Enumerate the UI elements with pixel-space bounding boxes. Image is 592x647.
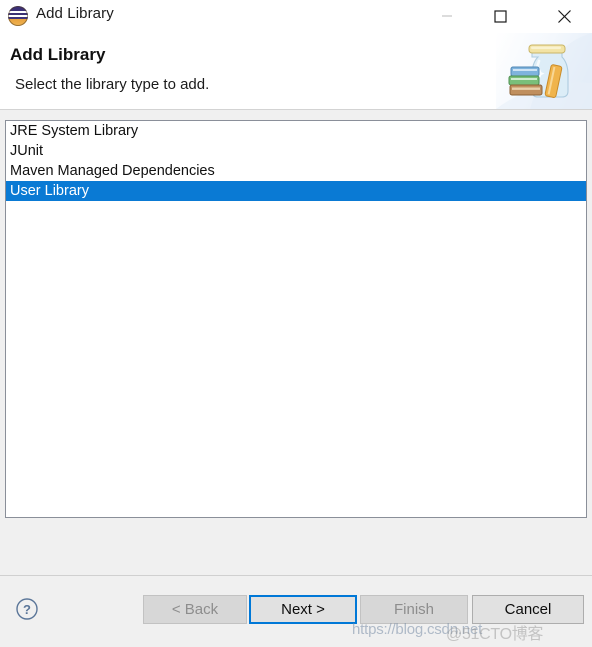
- window-title: Add Library: [36, 5, 114, 22]
- list-item[interactable]: JUnit: [6, 141, 586, 161]
- maximize-icon: [493, 9, 507, 23]
- list-item[interactable]: User Library: [6, 181, 586, 201]
- library-type-list[interactable]: JRE System Library JUnit Maven Managed D…: [5, 120, 587, 518]
- svg-text:?: ?: [23, 602, 31, 617]
- minimize-button[interactable]: [424, 0, 470, 32]
- list-item[interactable]: Maven Managed Dependencies: [6, 161, 586, 181]
- next-button[interactable]: Next >: [249, 595, 357, 624]
- dialog-footer: [0, 518, 592, 647]
- eclipse-icon: [8, 6, 28, 26]
- add-library-dialog: Add Library Add Library Select the libra…: [0, 0, 592, 647]
- help-question-icon: ?: [16, 598, 38, 620]
- cancel-button[interactable]: Cancel: [472, 595, 584, 624]
- list-item[interactable]: JRE System Library: [6, 121, 586, 141]
- maximize-button[interactable]: [477, 0, 523, 32]
- page-subtitle: Select the library type to add.: [15, 76, 210, 93]
- minimize-icon: [442, 15, 452, 17]
- close-icon: [557, 9, 571, 23]
- wizard-header: Add Library Select the library type to a…: [0, 33, 592, 110]
- title-bar[interactable]: Add Library: [0, 0, 592, 33]
- finish-button[interactable]: Finish: [360, 595, 468, 624]
- help-button[interactable]: ?: [12, 594, 42, 624]
- close-button[interactable]: [541, 0, 587, 32]
- footer-divider: [0, 575, 592, 576]
- jar-with-books-graphic: [496, 33, 592, 109]
- jar-with-books-icon: [496, 33, 592, 109]
- back-button[interactable]: < Back: [143, 595, 247, 624]
- page-title: Add Library: [10, 45, 106, 64]
